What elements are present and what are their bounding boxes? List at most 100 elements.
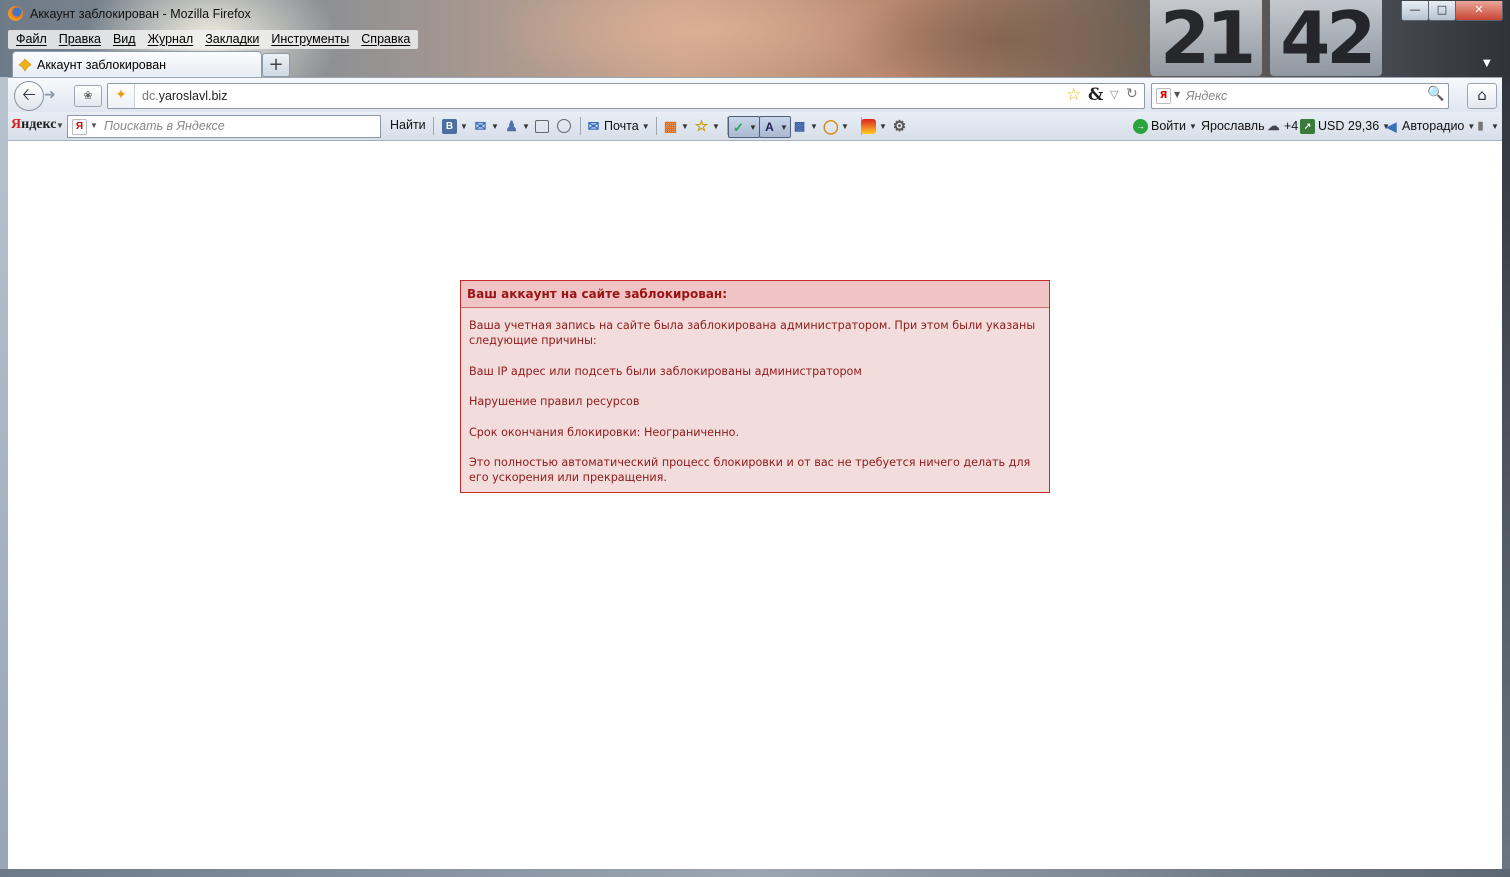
currency-value: USD 29,36: [1318, 119, 1380, 133]
url-text[interactable]: dc.yaroslavl.biz: [142, 89, 227, 103]
translate-icon: A: [765, 119, 774, 134]
gear-icon: ⚙: [892, 117, 907, 135]
extension-button[interactable]: ❀: [74, 85, 102, 107]
tab-label: Аккаунт заблокирован: [37, 58, 167, 72]
chevron-down-icon[interactable]: ▼: [879, 122, 887, 131]
dictionary-button[interactable]: ▩ ▼: [792, 116, 818, 136]
mail-notify-button[interactable]: ✉ ▼: [473, 116, 499, 136]
forward-button[interactable]: ➜: [44, 87, 56, 103]
chevron-down-icon[interactable]: ▼: [642, 122, 650, 131]
translate-button[interactable]: A ▼: [759, 116, 791, 138]
menu-view[interactable]: Вид: [107, 30, 142, 49]
ampersand-icon[interactable]: &: [1088, 85, 1103, 105]
bookmark-star-icon[interactable]: ☆: [1066, 85, 1081, 105]
toolbar-divider: [656, 117, 657, 135]
menu-bar: Файл Правка Вид Журнал Закладки Инструме…: [8, 30, 419, 49]
bookmarks-button[interactable]: ▦ ▼: [663, 116, 689, 136]
chevron-down-icon[interactable]: ▼: [749, 123, 757, 132]
close-button[interactable]: ✕: [1455, 1, 1503, 21]
menu-tools[interactable]: Инструменты: [265, 30, 355, 49]
menu-help[interactable]: Справка: [355, 30, 416, 49]
chevron-down-icon[interactable]: ▼: [522, 122, 530, 131]
login-button[interactable]: → Войти ▼: [1133, 116, 1197, 136]
disc-icon: [557, 119, 571, 133]
chevron-down-icon[interactable]: ▼: [712, 122, 720, 131]
spellcheck-icon: ✓: [733, 119, 744, 135]
weather-button[interactable]: ☁ +4: [1266, 116, 1299, 136]
spellcheck-button[interactable]: ✓ ▼: [728, 116, 760, 138]
chevron-down-icon[interactable]: ▼: [1491, 122, 1499, 131]
mail-label: Почта: [604, 119, 639, 133]
minimize-button[interactable]: —: [1401, 1, 1429, 21]
ban-note: Это полностью автоматический процесс бло…: [469, 456, 1031, 484]
window-border-left: [0, 77, 8, 877]
contacts-button[interactable]: ♟ ▼: [504, 116, 530, 136]
ban-reason-rules: Нарушение правил ресурсов: [469, 395, 640, 408]
vk-icon: B: [442, 118, 457, 134]
search-bar[interactable]: Я ▼ Яндекс 🔍: [1151, 83, 1449, 109]
chevron-down-icon[interactable]: ▼: [1189, 122, 1197, 131]
menu-history[interactable]: Журнал: [142, 30, 200, 49]
dictionary-icon: ▩: [793, 118, 806, 133]
browser-skin-button[interactable]: ▼: [861, 116, 887, 136]
city-label[interactable]: Ярославль: [1201, 116, 1265, 136]
star-icon: ☆: [694, 117, 709, 135]
photos-button[interactable]: [535, 116, 549, 136]
url-history-chevron-down-icon[interactable]: ▽: [1110, 88, 1118, 101]
chat-button[interactable]: ◯ ▼: [823, 116, 849, 136]
yandex-search-input[interactable]: Поискать в Яндексе: [104, 119, 225, 133]
yandex-logo-chevron-down-icon[interactable]: ▼: [56, 121, 64, 130]
chevron-down-icon[interactable]: ▼: [681, 122, 689, 131]
user-icon: ♟: [505, 117, 518, 134]
chevron-down-icon[interactable]: ▼: [841, 122, 849, 131]
music-button[interactable]: [557, 116, 571, 136]
menu-edit[interactable]: Правка: [53, 30, 107, 49]
yandex-search-field[interactable]: Я ▼ Поискать в Яндексе: [67, 115, 381, 138]
engine-chevron-down-icon[interactable]: ▼: [1174, 90, 1180, 99]
ban-notice-body: Ваша учетная запись на сайте была заблок…: [461, 308, 1049, 485]
mail-button[interactable]: ✉ Почта ▼: [586, 116, 650, 136]
firefox-icon: [8, 6, 23, 21]
back-button[interactable]: 🡠: [14, 81, 44, 111]
site-favicon-icon: [18, 58, 32, 72]
chevron-down-icon[interactable]: ▼: [780, 123, 788, 132]
new-tab-button[interactable]: +: [262, 53, 290, 77]
signal-button[interactable]: ▮ ▼: [1473, 116, 1499, 136]
toolbar-divider: [433, 117, 434, 135]
photo-frame-icon: [535, 119, 549, 133]
mail-icon: ✉: [587, 117, 600, 134]
weather-cloud-icon: ☁: [1267, 118, 1280, 133]
page-content: Ваш аккаунт на сайте заблокирован: Ваша …: [8, 141, 1502, 870]
tab-active[interactable]: Аккаунт заблокирован: [12, 51, 262, 78]
find-button[interactable]: Найти: [390, 118, 426, 132]
search-icon[interactable]: 🔍: [1427, 86, 1444, 102]
search-input[interactable]: Яндекс: [1186, 89, 1227, 103]
yandex-toolbar: Яндекс ▼ Я ▼ Поискать в Яндексе Найти B …: [8, 112, 1502, 141]
weather-temp: +4: [1284, 119, 1299, 133]
window-title-bar[interactable]: Аккаунт заблокирован - Mozilla Firefox —…: [0, 0, 1510, 28]
chevron-down-icon[interactable]: ▼: [810, 122, 818, 131]
url-bar[interactable]: ✦ dc.yaroslavl.biz ☆ & ▽ ↻: [107, 83, 1145, 109]
login-label: Войти: [1151, 119, 1186, 133]
engine-chevron-down-icon[interactable]: ▼: [90, 121, 98, 130]
currency-button[interactable]: ↗ USD 29,36 ▼: [1300, 116, 1390, 136]
maximize-button[interactable]: □: [1428, 1, 1456, 21]
radio-button[interactable]: ◀ Авторадио ▼: [1384, 116, 1476, 136]
chevron-down-icon[interactable]: ▼: [460, 122, 468, 131]
home-button[interactable]: ⌂: [1467, 83, 1497, 109]
chevron-down-icon[interactable]: ▼: [491, 122, 499, 131]
yandex-engine-icon: Я: [72, 119, 87, 135]
url-domain: yaroslavl.biz: [158, 89, 228, 103]
window-title: Аккаунт заблокирован - Mozilla Firefox: [30, 7, 251, 21]
yandex-logo[interactable]: Яндекс: [11, 117, 56, 133]
reload-icon[interactable]: ↻: [1126, 86, 1138, 102]
menu-bookmarks[interactable]: Закладки: [199, 30, 265, 49]
yandex-engine-icon[interactable]: Я: [1156, 88, 1171, 104]
site-identity-icon[interactable]: ✦: [108, 84, 135, 108]
ban-intro: Ваша учетная запись на сайте была заблок…: [469, 319, 1036, 347]
menu-file[interactable]: Файл: [10, 30, 53, 49]
settings-button[interactable]: ⚙: [892, 116, 907, 136]
favorites-button[interactable]: ☆ ▼: [694, 116, 720, 136]
vk-button[interactable]: B ▼: [442, 116, 468, 136]
tab-list-chevron-down-icon[interactable]: ▼: [1483, 58, 1491, 69]
